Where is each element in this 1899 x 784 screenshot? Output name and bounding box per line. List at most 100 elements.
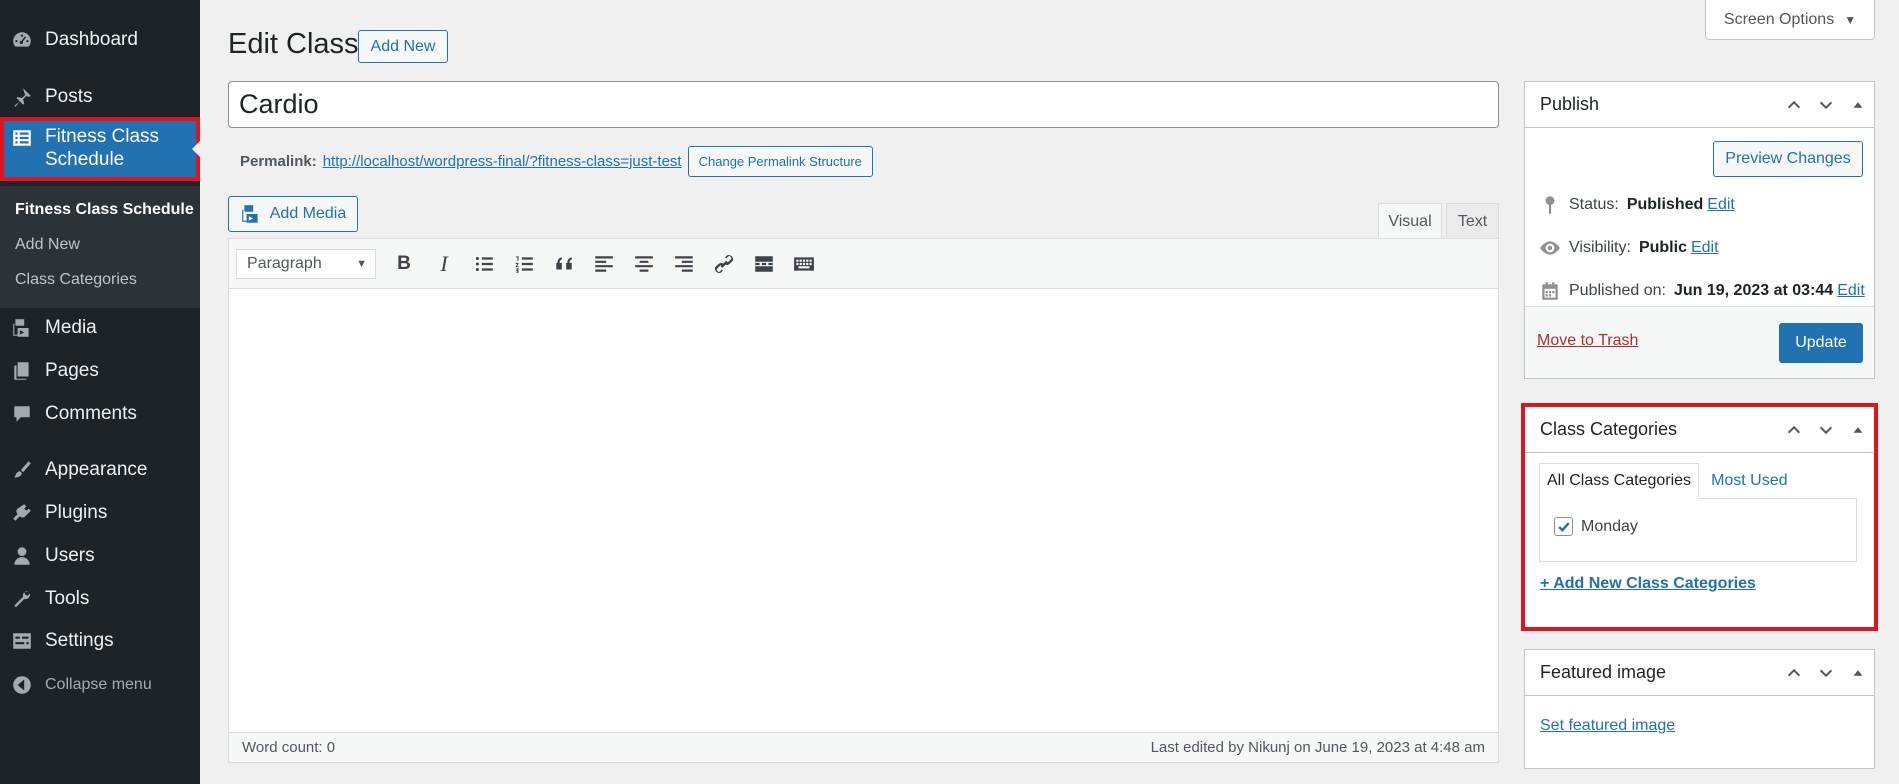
menu-label: Dashboard — [45, 29, 138, 50]
category-label: Monday — [1581, 517, 1638, 535]
align-left-icon[interactable] — [584, 246, 624, 282]
visibility-row: Visibility: Public Edit — [1539, 237, 1719, 259]
menu-label: Comments — [45, 403, 137, 424]
menu-item-comments[interactable]: Comments — [0, 393, 200, 435]
published-on-label: Published on: — [1569, 282, 1666, 299]
tab-most-used[interactable]: Most Used — [1699, 463, 1794, 499]
format-select[interactable]: Paragraph ▼ — [236, 248, 376, 279]
permalink-label: Permalink: — [240, 153, 317, 170]
read-more-icon[interactable] — [744, 246, 784, 282]
move-down-icon[interactable] — [1810, 82, 1842, 128]
menu-item-media[interactable]: Media — [0, 307, 200, 349]
tab-visual[interactable]: Visual — [1378, 203, 1442, 239]
bulleted-list-icon[interactable] — [464, 246, 504, 282]
menu-item-appearance[interactable]: Appearance — [0, 449, 200, 491]
add-new-button[interactable]: Add New — [358, 30, 448, 63]
permalink-link[interactable]: http://localhost/wordpress-final/?fitnes… — [323, 153, 682, 170]
editor-content-area[interactable] — [229, 289, 1498, 733]
add-new-class-category-link[interactable]: + Add New Class Categories — [1540, 575, 1756, 593]
submenu-item-class-categories[interactable]: Class Categories — [15, 271, 137, 289]
permalink-row: Permalink: http://localhost/wordpress-fi… — [240, 146, 873, 177]
update-button[interactable]: Update — [1779, 323, 1863, 363]
preview-changes-button[interactable]: Preview Changes — [1713, 141, 1863, 177]
eye-icon — [1540, 241, 1560, 255]
featured-image-box: Featured image Set featured image — [1524, 649, 1875, 769]
menu-label: Pages — [45, 360, 99, 381]
menu-label: Appearance — [45, 459, 148, 480]
screen-options-button[interactable]: Screen Options ▼ — [1705, 0, 1875, 40]
add-media-label: Add Media — [269, 205, 347, 222]
submenu-item-add-new[interactable]: Add New — [15, 236, 80, 254]
submenu-item-fitness-class-schedule[interactable]: Fitness Class Schedule — [15, 201, 194, 219]
toolbar-toggle-icon[interactable] — [784, 246, 824, 282]
edit-visibility-link[interactable]: Edit — [1691, 239, 1719, 257]
blockquote-icon[interactable] — [544, 246, 584, 282]
move-up-icon[interactable] — [1778, 650, 1810, 696]
change-permalink-button[interactable]: Change Permalink Structure — [687, 146, 873, 177]
editor-toolbar: Paragraph ▼ B I — [229, 239, 1498, 289]
menu-label: Tools — [45, 588, 90, 609]
menu-item-plugins[interactable]: Plugins — [0, 492, 200, 534]
format-select-value: Paragraph — [247, 254, 322, 272]
menu-label: Plugins — [45, 502, 108, 523]
numbered-list-icon[interactable] — [504, 246, 544, 282]
align-right-icon[interactable] — [664, 246, 704, 282]
menu-item-tools[interactable]: Tools — [0, 578, 200, 620]
italic-icon[interactable]: I — [424, 246, 464, 282]
category-tabs: All Class Categories Most Used — [1539, 463, 1795, 499]
align-center-icon[interactable] — [624, 246, 664, 282]
media-icon — [241, 205, 258, 223]
menu-label: Collapse menu — [45, 676, 152, 693]
publish-box-header: Publish — [1525, 82, 1874, 128]
content-editor: Paragraph ▼ B I Word count: 0 Last edite… — [228, 238, 1499, 763]
set-featured-image-link[interactable]: Set featured image — [1540, 717, 1675, 735]
toggle-panel-icon[interactable] — [1842, 650, 1874, 696]
paintbrush-icon — [11, 459, 33, 481]
menu-label: Settings — [45, 630, 114, 651]
add-media-button[interactable]: Add Media — [228, 196, 358, 232]
tab-all-class-categories[interactable]: All Class Categories — [1539, 463, 1700, 499]
publish-box: Publish Preview Changes Status: Publishe… — [1524, 81, 1875, 379]
menu-item-settings[interactable]: Settings — [0, 620, 200, 662]
link-icon[interactable] — [704, 246, 744, 282]
tab-text[interactable]: Text — [1446, 203, 1499, 239]
menu-item-users[interactable]: Users — [0, 535, 200, 577]
menu-label: Posts — [45, 86, 93, 107]
edit-status-link[interactable]: Edit — [1707, 196, 1735, 214]
class-categories-header: Class Categories — [1525, 407, 1874, 453]
published-on-row: Published on: Jun 19, 2023 at 03:44 Edit — [1539, 280, 1865, 302]
toggle-panel-icon[interactable] — [1842, 82, 1874, 128]
move-down-icon[interactable] — [1810, 650, 1842, 696]
menu-item-pages[interactable]: Pages — [0, 350, 200, 392]
media-icon — [11, 317, 33, 339]
move-to-trash-link[interactable]: Move to Trash — [1537, 332, 1638, 350]
dropdown-triangle-icon: ▼ — [356, 257, 367, 270]
category-checkbox[interactable] — [1554, 517, 1573, 536]
current-menu-arrow — [192, 141, 200, 157]
featured-image-title: Featured image — [1540, 662, 1667, 682]
menu-item-posts[interactable]: Posts — [0, 76, 200, 118]
publish-actions: Move to Trash Update — [1525, 306, 1874, 378]
dashboard-icon — [11, 29, 33, 51]
word-count: Word count: 0 — [242, 739, 336, 756]
move-up-icon[interactable] — [1778, 407, 1810, 453]
admin-sidebar: Dashboard Posts Fitness Class Schedule F… — [0, 0, 200, 784]
status-value: Published — [1626, 196, 1704, 213]
dropdown-triangle-icon: ▼ — [1844, 12, 1857, 27]
move-down-icon[interactable] — [1810, 407, 1842, 453]
menu-item-fitness-class-schedule[interactable]: Fitness Class Schedule — [0, 117, 200, 181]
post-title-input[interactable] — [228, 81, 1499, 128]
collapse-menu-button[interactable]: Collapse menu — [0, 664, 200, 706]
publish-box-title: Publish — [1540, 94, 1600, 114]
toggle-panel-icon[interactable] — [1842, 407, 1874, 453]
bold-icon[interactable]: B — [384, 246, 424, 282]
menu-label: Users — [45, 545, 95, 566]
menu-item-dashboard[interactable]: Dashboard — [0, 19, 200, 61]
class-categories-box: Class Categories All Class Categories Mo… — [1521, 403, 1878, 631]
category-item-monday[interactable]: Monday — [1554, 517, 1638, 536]
move-up-icon[interactable] — [1778, 82, 1810, 128]
edit-date-link[interactable]: Edit — [1837, 282, 1865, 300]
plugin-icon — [11, 502, 33, 524]
published-on-value: Jun 19, 2023 at 03:44 — [1673, 282, 1834, 299]
menu-label: Media — [45, 317, 97, 338]
